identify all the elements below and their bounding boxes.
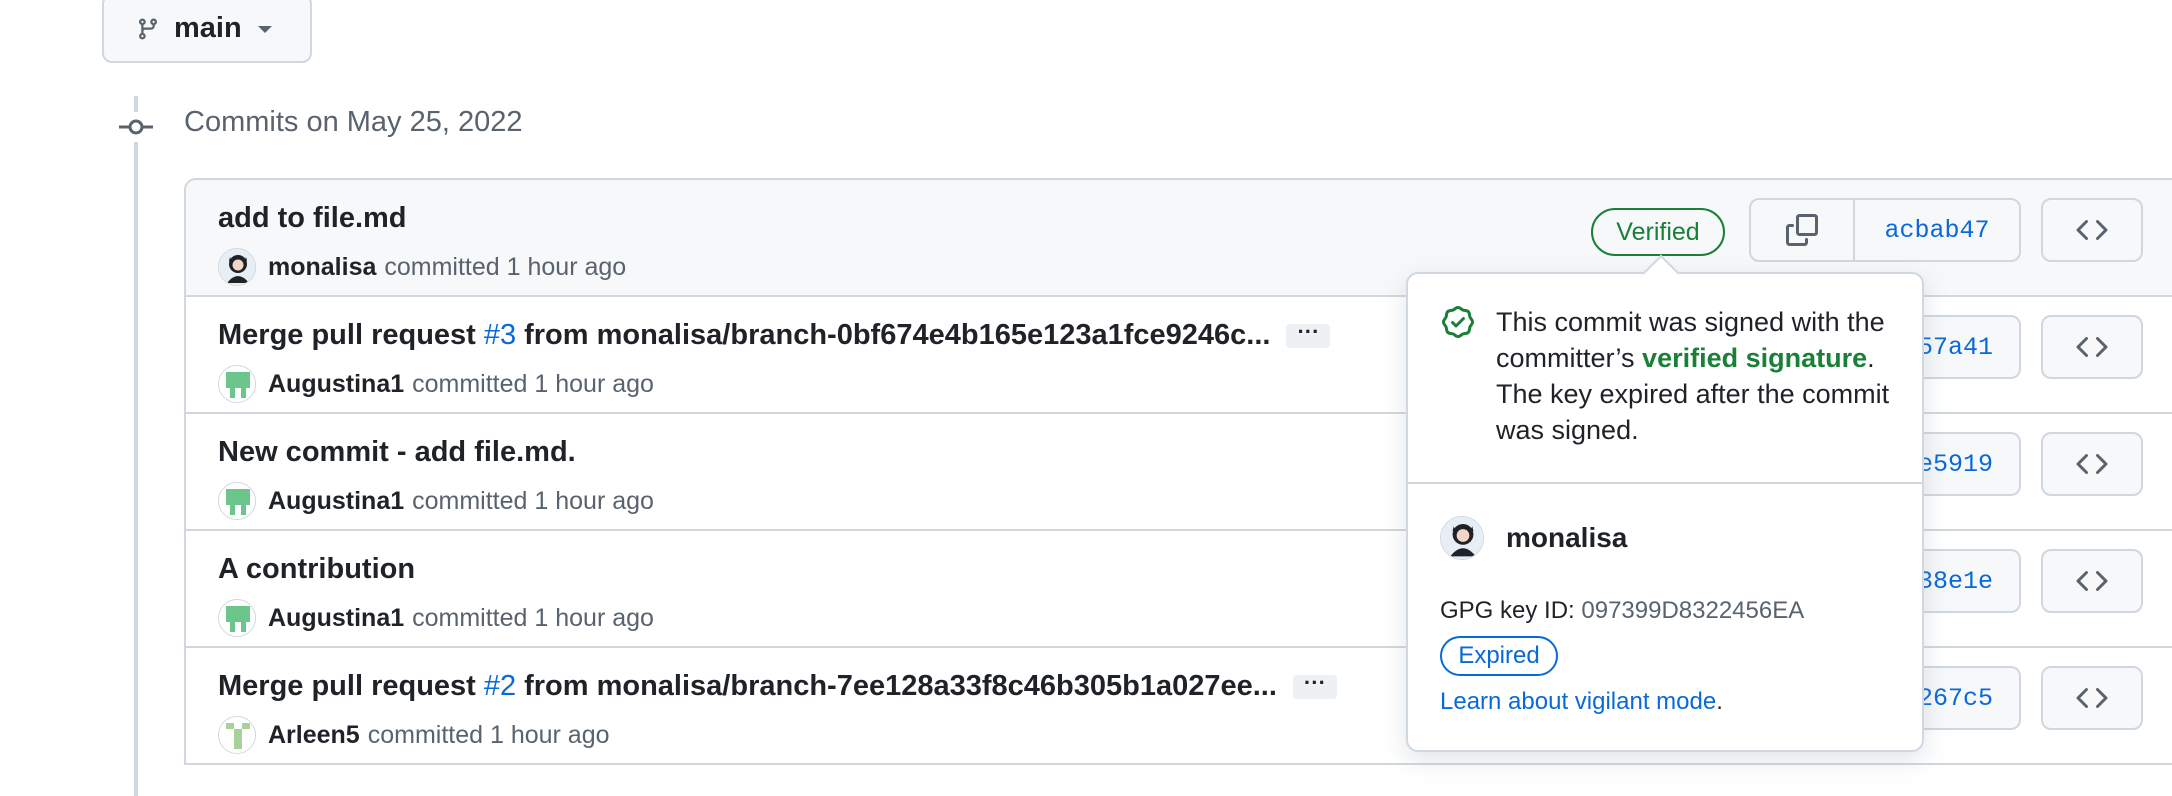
commit-author-link[interactable]: Augustina1 (268, 370, 404, 399)
browse-repo-button[interactable] (2041, 549, 2143, 613)
branch-name: main (174, 12, 242, 44)
gpg-key-line: GPG key ID: 097399D8322456EA (1440, 597, 1804, 625)
commit-title-link[interactable]: Merge pull request #2 from monalisa/bran… (218, 670, 1337, 703)
copy-icon (1786, 214, 1818, 246)
commit-author-link[interactable]: Augustina1 (268, 604, 404, 633)
verified-signature-text: verified signature (1642, 343, 1868, 373)
commits-date-heading: Commits on May 25, 2022 (184, 106, 523, 138)
copy-sha-button[interactable] (1751, 200, 1855, 260)
code-icon (2076, 219, 2108, 241)
browse-repo-button[interactable] (2041, 198, 2143, 262)
git-branch-icon (138, 18, 157, 40)
commit-meta: Augustina1 committed 1 hour ago (218, 482, 654, 520)
verified-check-icon (1442, 306, 1474, 338)
commit-title-text[interactable]: Merge pull request (218, 319, 476, 352)
code-icon (2076, 687, 2108, 709)
avatar[interactable] (218, 365, 256, 403)
avatar[interactable] (218, 599, 256, 637)
popover-header: This commit was signed with the committe… (1408, 274, 1922, 484)
commit-sha-link[interactable]: acbab47 (1855, 200, 2019, 260)
branch-selector-button[interactable]: main (102, 0, 312, 63)
pull-request-link[interactable]: #2 (484, 670, 516, 703)
commit-title-link[interactable]: A contribution (218, 553, 415, 586)
commit-title-text[interactable]: A contribution (218, 553, 415, 586)
browse-repo-button[interactable] (2041, 315, 2143, 379)
verified-badge[interactable]: Verified (1591, 208, 1725, 256)
signer-username[interactable]: monalisa (1506, 522, 1627, 554)
gpg-key-label: GPG key ID: (1440, 597, 1575, 624)
sha-button-group: acbab47 (1749, 198, 2021, 262)
commit-title-text[interactable]: add to file.md (218, 202, 407, 235)
avatar[interactable] (218, 716, 256, 754)
commit-title-text[interactable]: Merge pull request (218, 670, 476, 703)
browse-repo-button[interactable] (2041, 432, 2143, 496)
commit-time-text: committed 1 hour ago (384, 252, 627, 281)
signature-message: This commit was signed with the committe… (1496, 304, 1906, 448)
browse-repo-button[interactable] (2041, 666, 2143, 730)
expired-badge: Expired (1440, 636, 1558, 676)
commit-author-link[interactable]: Arleen5 (268, 721, 360, 750)
code-icon (2076, 570, 2108, 592)
signature-popover: This commit was signed with the committe… (1406, 254, 1924, 752)
code-icon (2076, 336, 2108, 358)
commit-time-text: committed 1 hour ago (367, 720, 610, 749)
triangle-down-icon (257, 25, 272, 33)
commit-meta: Arleen5 committed 1 hour ago (218, 716, 610, 754)
commit-author-link[interactable]: Augustina1 (268, 487, 404, 516)
timeline-line (134, 96, 138, 796)
expand-message-button[interactable]: ··· (1286, 320, 1331, 348)
learn-line: Learn about vigilant mode. (1440, 688, 1723, 716)
commit-title-link[interactable]: add to file.md (218, 202, 407, 235)
commit-title-branch[interactable]: from monalisa/branch-7ee128a33f8c46b305b… (524, 670, 1277, 703)
popover-signer: monalisa (1440, 516, 1627, 560)
code-icon (2076, 453, 2108, 475)
vigilant-mode-link[interactable]: Learn about vigilant mode (1440, 688, 1716, 715)
commit-meta: Augustina1 committed 1 hour ago (218, 365, 654, 403)
commit-meta: Augustina1 committed 1 hour ago (218, 599, 654, 637)
avatar[interactable] (218, 248, 256, 286)
commit-title-text[interactable]: New commit - add file.md. (218, 436, 576, 469)
expand-message-button[interactable]: ··· (1292, 671, 1337, 699)
commit-time-text: committed 1 hour ago (412, 603, 654, 632)
git-commit-icon (118, 112, 154, 142)
pull-request-link[interactable]: #3 (484, 319, 516, 352)
avatar[interactable] (1440, 516, 1484, 560)
commit-author-link[interactable]: monalisa (268, 253, 376, 282)
commit-title-branch[interactable]: from monalisa/branch-0bf674e4b165e123a1f… (524, 319, 1270, 352)
commit-title-link[interactable]: New commit - add file.md. (218, 436, 576, 469)
commit-time-text: committed 1 hour ago (412, 486, 654, 515)
gpg-key-id: 097399D8322456EA (1581, 597, 1805, 624)
learn-period: . (1716, 688, 1723, 715)
avatar[interactable] (218, 482, 256, 520)
commit-title-link[interactable]: Merge pull request #3 from monalisa/bran… (218, 319, 1331, 352)
commit-meta: monalisa committed 1 hour ago (218, 248, 626, 286)
commit-time-text: committed 1 hour ago (412, 369, 654, 398)
